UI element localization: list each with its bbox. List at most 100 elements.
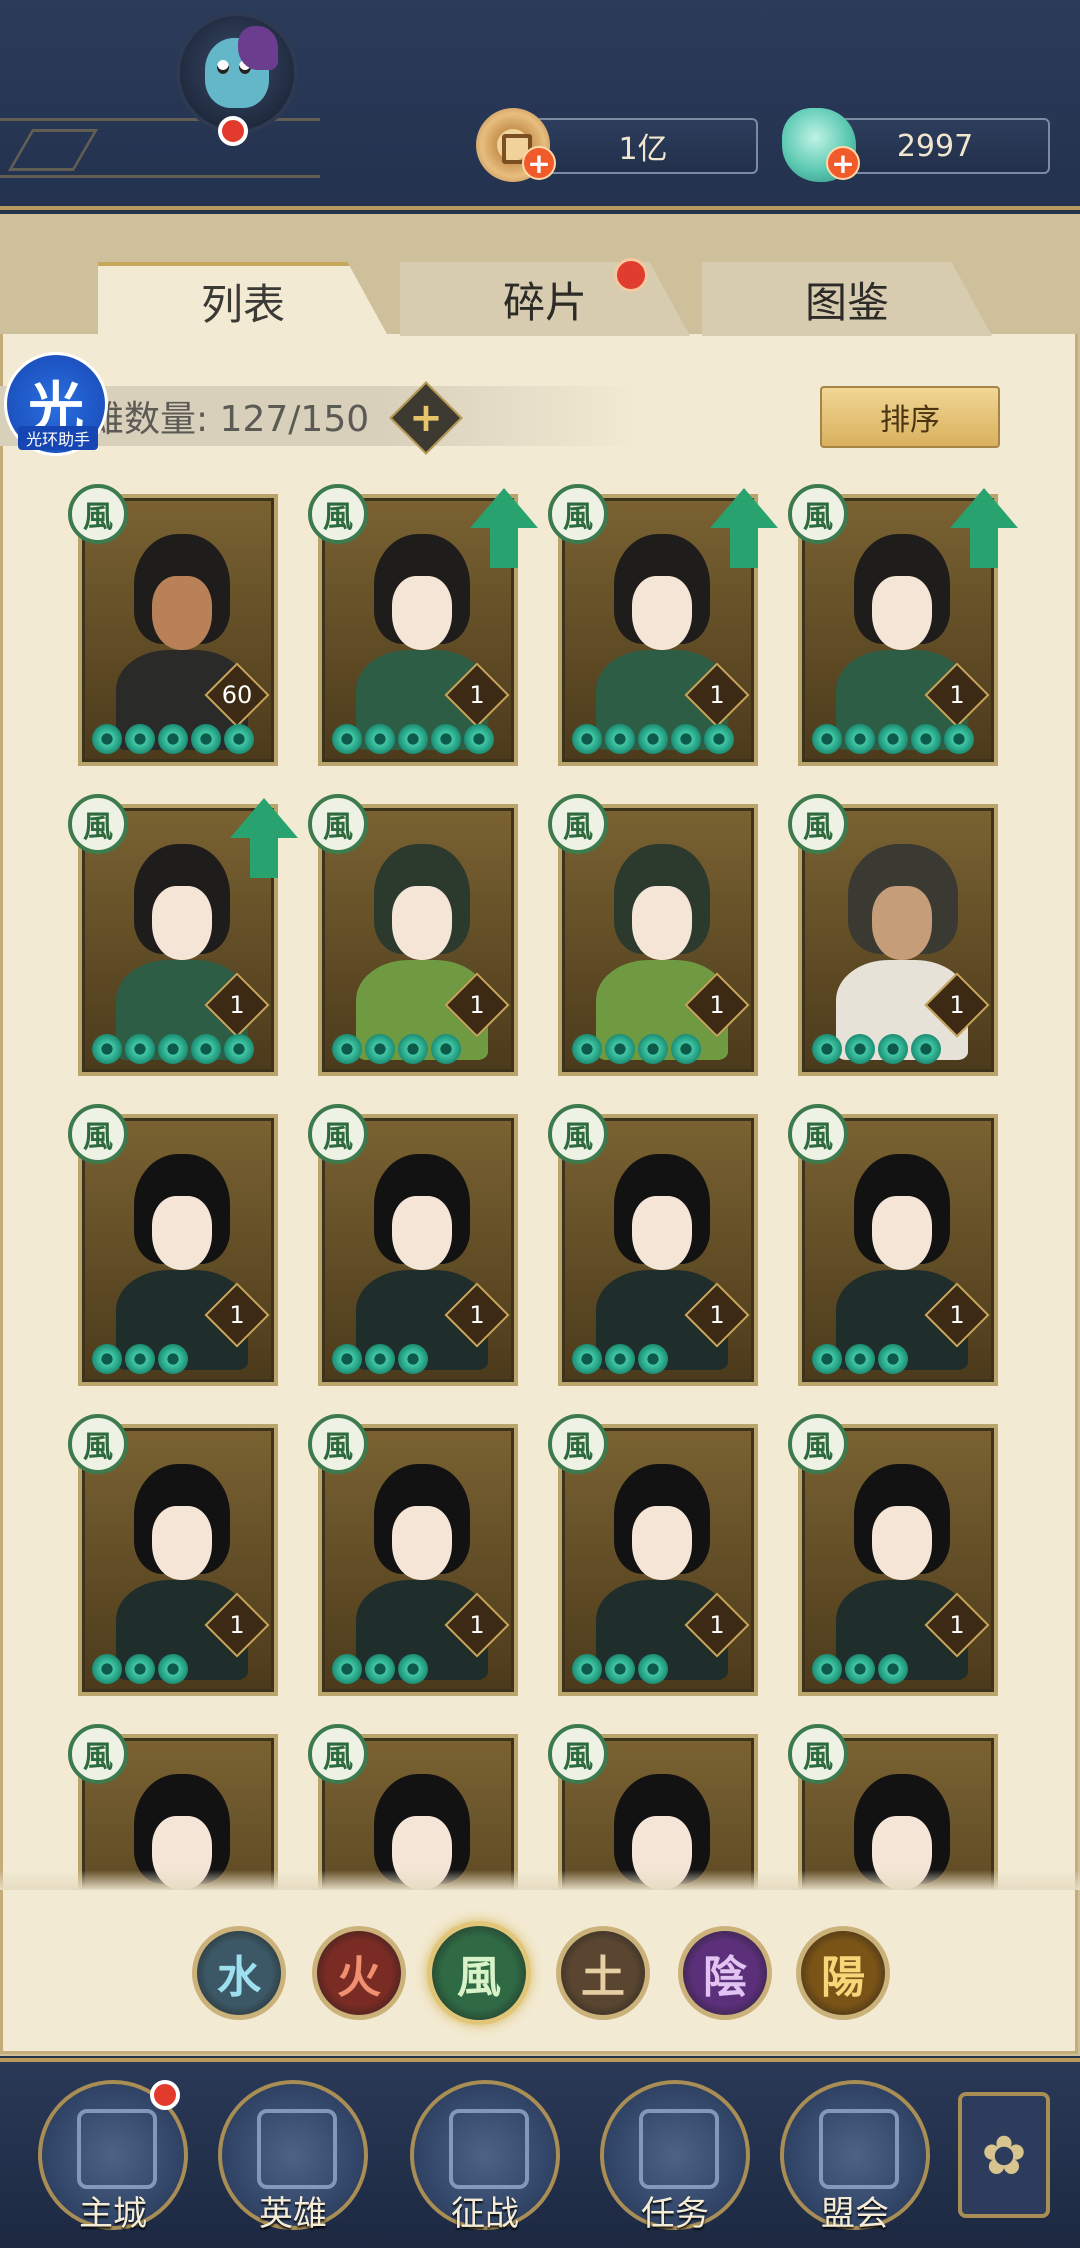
jade-star-icon xyxy=(944,724,974,754)
jade-star-icon xyxy=(398,724,428,754)
wind-element-icon: 風 xyxy=(788,1724,848,1784)
sort-button[interactable]: 排序 xyxy=(820,386,1000,448)
portrait-face xyxy=(872,1196,932,1270)
element-filter-5[interactable]: 陽 xyxy=(796,1926,890,2020)
jade-star-icon xyxy=(365,1654,395,1684)
sort-button-label: 排序 xyxy=(880,403,940,438)
hero-card[interactable]: 風 60 xyxy=(68,484,278,766)
tab-codex-label: 图鉴 xyxy=(804,277,889,327)
jade-star-icon xyxy=(332,1034,362,1064)
nav-item-icon xyxy=(257,2109,337,2189)
jade-star-icon xyxy=(572,1654,602,1684)
hero-level-value: 1 xyxy=(469,991,485,1019)
hero-card[interactable]: 風 xyxy=(788,1724,998,1890)
hero-card[interactable]: 風1 xyxy=(788,484,1018,766)
jade-value: 2997 xyxy=(896,128,974,164)
wind-element-icon: 風 xyxy=(68,1104,128,1164)
wind-element-icon: 風 xyxy=(788,484,848,544)
nav-item-icon xyxy=(449,2109,529,2189)
tab-list[interactable]: 列表 xyxy=(98,262,388,336)
wind-element-icon: 風 xyxy=(548,794,608,854)
jade-star-icon xyxy=(125,1034,155,1064)
jade-star-icon xyxy=(845,1654,875,1684)
hero-card[interactable]: 風1 xyxy=(68,1104,278,1386)
header-decor-pattern xyxy=(0,118,320,178)
jade-star-icon xyxy=(878,1034,908,1064)
wind-element-icon: 風 xyxy=(788,1414,848,1474)
hero-card[interactable]: 風1 xyxy=(308,1414,518,1696)
hero-card[interactable]: 風1 xyxy=(308,1104,518,1386)
jade-star-icon xyxy=(92,1344,122,1374)
hero-card[interactable]: 風 xyxy=(68,1724,278,1890)
portrait-face xyxy=(152,1506,212,1580)
jade-star-icon xyxy=(572,724,602,754)
copper-coin-add-button[interactable]: + xyxy=(522,146,556,180)
jade-star-icon xyxy=(638,1344,668,1374)
portrait-face xyxy=(152,576,212,650)
tab-codex[interactable]: 图鉴 xyxy=(702,262,992,336)
element-filter-2[interactable]: 風 xyxy=(427,1921,531,2025)
copper-coin-counter[interactable]: 1亿 xyxy=(528,118,758,174)
portrait-face xyxy=(392,1196,452,1270)
hero-card[interactable]: 風1 xyxy=(548,794,758,1076)
portrait-face xyxy=(632,886,692,960)
portrait-face xyxy=(872,1506,932,1580)
upgrade-arrow-icon xyxy=(230,798,298,880)
hero-card[interactable]: 風 xyxy=(308,1724,518,1890)
hero-star-row xyxy=(572,1344,668,1374)
hero-card[interactable]: 風1 xyxy=(308,794,518,1076)
hero-card[interactable]: 風1 xyxy=(788,794,998,1076)
hero-star-row xyxy=(92,1654,188,1684)
jade-add-button[interactable]: + xyxy=(826,146,860,180)
jade-star-icon xyxy=(365,724,395,754)
jade-star-icon xyxy=(605,1344,635,1374)
jade-star-icon xyxy=(704,724,734,754)
copper-coin-value: 1亿 xyxy=(618,132,668,167)
jade-star-icon xyxy=(158,1654,188,1684)
hero-card[interactable]: 風1 xyxy=(548,484,778,766)
element-filter-1[interactable]: 火 xyxy=(312,1926,406,2020)
element-filter-3[interactable]: 土 xyxy=(556,1926,650,2020)
hero-star-row xyxy=(332,1654,428,1684)
tab-list-label: 列表 xyxy=(200,279,285,329)
portrait-face xyxy=(872,886,932,960)
element-filter-0[interactable]: 水 xyxy=(192,1926,286,2020)
element-filter-4[interactable]: 陰 xyxy=(678,1926,772,2020)
wind-element-icon: 風 xyxy=(788,1104,848,1164)
hero-card[interactable]: 風1 xyxy=(308,484,538,766)
hero-level-value: 1 xyxy=(949,991,965,1019)
hero-level-value: 1 xyxy=(229,991,245,1019)
jade-star-icon xyxy=(224,1034,254,1064)
wind-element-icon: 風 xyxy=(308,794,368,854)
jade-star-icon xyxy=(158,1034,188,1064)
more-menu-button[interactable]: ✿ xyxy=(958,2092,1050,2218)
portrait-face xyxy=(632,1506,692,1580)
hero-card[interactable]: 風1 xyxy=(788,1104,998,1386)
jade-star-icon xyxy=(332,724,362,754)
jade-star-icon xyxy=(191,1034,221,1064)
portrait-face xyxy=(392,1506,452,1580)
nav-item-icon xyxy=(77,2109,157,2189)
jade-star-icon xyxy=(878,1654,908,1684)
avatar-hat xyxy=(238,26,278,70)
jade-star-icon xyxy=(605,724,635,754)
hero-card[interactable]: 風1 xyxy=(68,1414,278,1696)
nav-item-label: 征战 xyxy=(451,2194,519,2234)
hero-card[interactable]: 風 xyxy=(548,1724,758,1890)
portrait-face xyxy=(392,576,452,650)
jade-star-icon xyxy=(671,724,701,754)
hero-card[interactable]: 風1 xyxy=(548,1104,758,1386)
hero-card[interactable]: 風1 xyxy=(548,1414,758,1696)
avatar-notification-dot xyxy=(218,116,248,146)
wind-element-icon: 風 xyxy=(548,484,608,544)
jade-star-icon xyxy=(812,1654,842,1684)
hero-level-value: 1 xyxy=(709,1611,725,1639)
hero-card[interactable]: 風1 xyxy=(788,1414,998,1696)
hero-level-value: 60 xyxy=(221,681,253,709)
hero-card[interactable]: 風1 xyxy=(68,794,298,1076)
wind-element-icon: 風 xyxy=(308,1724,368,1784)
plus-icon: + xyxy=(409,395,443,441)
portrait-face xyxy=(152,1196,212,1270)
jade-star-icon xyxy=(398,1344,428,1374)
wind-element-icon: 風 xyxy=(548,1104,608,1164)
